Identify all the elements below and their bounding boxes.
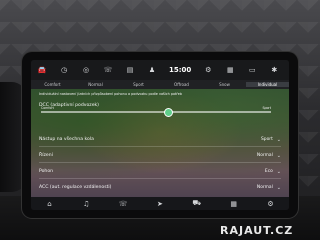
settings-icon[interactable]: ⚙ bbox=[202, 64, 214, 76]
phone-icon[interactable]: ☏ bbox=[116, 198, 130, 209]
setting-label: Pohon bbox=[39, 169, 54, 174]
chevron-down-icon: ⌄ bbox=[276, 152, 281, 159]
apps-icon[interactable]: ▦ bbox=[227, 198, 241, 209]
car-icon[interactable]: ⛟ bbox=[190, 198, 204, 209]
document-icon[interactable]: ▤ bbox=[124, 64, 136, 76]
setting-value: Normal bbox=[256, 153, 273, 158]
settings-row[interactable]: Nástup na všechna kola Sport ⌄ bbox=[39, 133, 281, 147]
dcc-slider[interactable] bbox=[41, 108, 271, 117]
dcc-slider-knob[interactable] bbox=[164, 108, 173, 117]
setting-value: Sport bbox=[261, 137, 273, 142]
setting-label: ACC (aut. regulace vzdálenosti) bbox=[39, 185, 112, 190]
grid-icon[interactable]: ▦ bbox=[224, 64, 236, 76]
infotainment-screen: 🚘 ◷ ◎ ☏ ▤ ♟ 15:00 ⚙ ▦ ▭ ✱ Comfort Normal… bbox=[31, 60, 289, 210]
tab-snow[interactable]: Snow bbox=[203, 82, 246, 87]
bottom-nav-bar: ⌂ ♫ ☏ ➤ ⛟ ▦ ⚙ bbox=[31, 197, 289, 210]
chevron-down-icon: ⌄ bbox=[276, 184, 281, 191]
tab-individual[interactable]: Individual bbox=[246, 82, 289, 87]
setting-label: Řízení bbox=[39, 153, 53, 158]
tab-comfort[interactable]: Comfort bbox=[31, 82, 74, 87]
home-icon[interactable]: ⌂ bbox=[42, 198, 56, 209]
setting-value: Normal bbox=[256, 185, 273, 190]
settings-row[interactable]: ACC (aut. regulace vzdálenosti) Normal ⌄ bbox=[39, 181, 281, 194]
settings-row[interactable]: Řízení Normal ⌄ bbox=[39, 149, 281, 163]
settings-icon[interactable]: ⚙ bbox=[263, 198, 277, 209]
setting-label: Nástup na všechna kola bbox=[39, 137, 94, 142]
dcc-slider-labels: Comfort Sport bbox=[41, 106, 271, 110]
phone-icon[interactable]: ☏ bbox=[102, 64, 114, 76]
tab-offroad[interactable]: Offroad bbox=[160, 82, 203, 87]
tab-sport[interactable]: Sport bbox=[117, 82, 160, 87]
tab-normal[interactable]: Normal bbox=[74, 82, 117, 87]
battery-icon: ▭ bbox=[248, 66, 256, 74]
music-icon[interactable]: ♫ bbox=[79, 198, 93, 209]
bluetooth-icon[interactable]: ✱ bbox=[268, 64, 280, 76]
driver-icon[interactable]: ♟ bbox=[146, 64, 158, 76]
clock-time: 15:00 bbox=[169, 66, 192, 74]
settings-row[interactable]: Pohon Eco ⌄ bbox=[39, 165, 281, 179]
navigation-icon[interactable]: ➤ bbox=[153, 198, 167, 209]
settings-panel: Individuální nastavení jízdních přizpůso… bbox=[31, 89, 289, 197]
panel-description: Individuální nastavení jízdních přizpůso… bbox=[39, 92, 182, 96]
chevron-down-icon: ⌄ bbox=[276, 168, 281, 175]
clock-icon[interactable]: ◷ bbox=[58, 64, 70, 76]
dcc-right-label: Sport bbox=[262, 106, 271, 110]
chevron-down-icon: ⌄ bbox=[276, 136, 281, 143]
setting-value: Eco bbox=[264, 169, 273, 174]
globe-icon[interactable]: ◎ bbox=[80, 64, 92, 76]
top-status-bar: 🚘 ◷ ◎ ☏ ▤ ♟ 15:00 ⚙ ▦ ▭ ✱ bbox=[31, 60, 289, 80]
dcc-left-label: Comfort bbox=[41, 106, 54, 110]
drive-mode-tabs: Comfort Normal Sport Offroad Snow Indivi… bbox=[31, 80, 289, 89]
watermark: RAJAUT.CZ bbox=[220, 224, 294, 237]
car-icon[interactable]: 🚘 bbox=[36, 64, 48, 76]
